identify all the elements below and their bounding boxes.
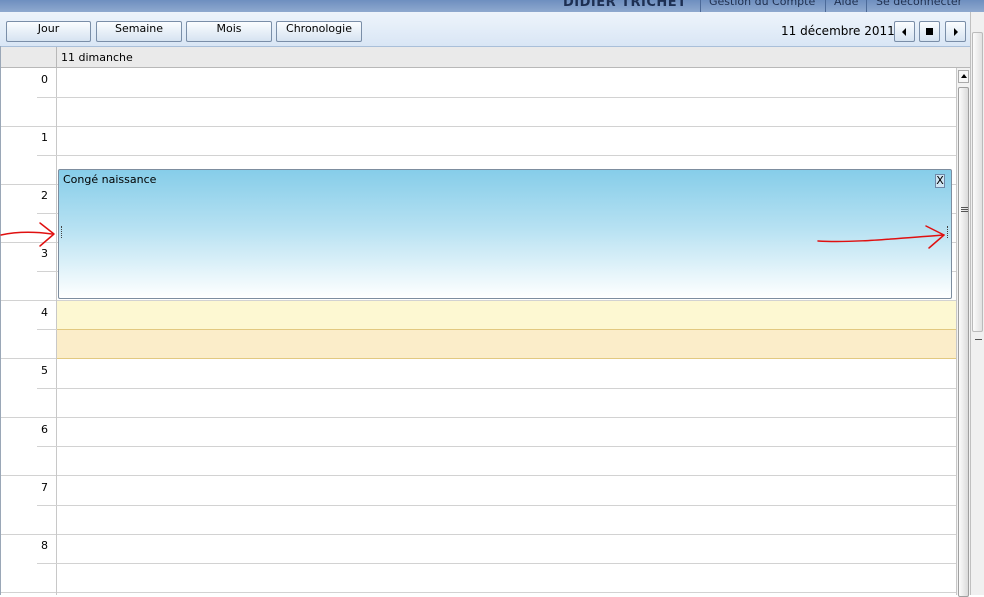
annotation-arrow-left bbox=[0, 231, 53, 236]
annotation-arrow-right bbox=[817, 234, 945, 243]
annotation-arrowhead-right bbox=[925, 225, 945, 249]
annotation-arrows bbox=[0, 222, 945, 249]
